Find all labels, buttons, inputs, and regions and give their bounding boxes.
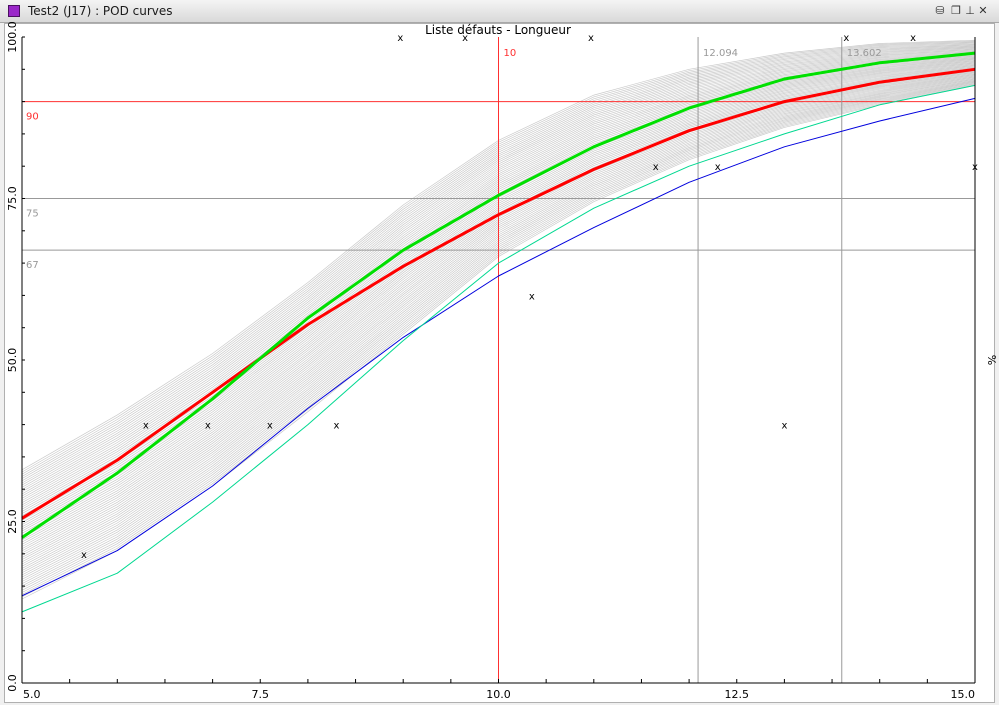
data-point-marker: x xyxy=(910,33,916,44)
ref-label-y: 90 xyxy=(26,112,39,123)
ref-label-x: 10 xyxy=(504,48,517,59)
ref-label-x: 13.602 xyxy=(847,48,882,59)
data-point-marker: x xyxy=(267,421,273,432)
data-point-marker: x xyxy=(715,162,721,173)
x-tick-label: 10.0 xyxy=(486,688,511,701)
ref-label-x: 12.094 xyxy=(703,48,738,59)
y-tick-label: 75.0 xyxy=(6,186,19,211)
data-point-marker: x xyxy=(81,550,87,561)
y-tick-label: 50.0 xyxy=(6,348,19,373)
pod-curves-chart: 9075671012.09413.602 xxxxxxxxxxxxxxx 5.0… xyxy=(6,21,998,701)
chart-title: Liste défauts - Longueur xyxy=(425,23,571,37)
data-point-marker: x xyxy=(205,421,211,432)
y-tick-label: 25.0 xyxy=(6,509,19,534)
data-point-marker: x xyxy=(588,33,594,44)
data-point-marker: x xyxy=(397,33,403,44)
data-point-marker: x xyxy=(653,162,659,173)
y-tick-label: 100.0 xyxy=(6,21,19,53)
x-tick-label: 7.5 xyxy=(252,688,270,701)
data-point-marker: x xyxy=(334,421,340,432)
ref-label-y: 67 xyxy=(26,260,39,271)
y-axis-label: % xyxy=(985,355,998,365)
x-tick-label: 12.5 xyxy=(725,688,750,701)
ref-label-y: 75 xyxy=(26,209,39,220)
data-point-marker: x xyxy=(529,291,535,302)
data-point-marker: x xyxy=(781,421,787,432)
x-tick-label: 5.0 xyxy=(23,688,41,701)
data-point-marker: x xyxy=(843,33,849,44)
x-tick-label: 15.0 xyxy=(951,688,976,701)
data-point-marker: x xyxy=(143,421,149,432)
y-tick-label: 0.0 xyxy=(6,674,19,692)
